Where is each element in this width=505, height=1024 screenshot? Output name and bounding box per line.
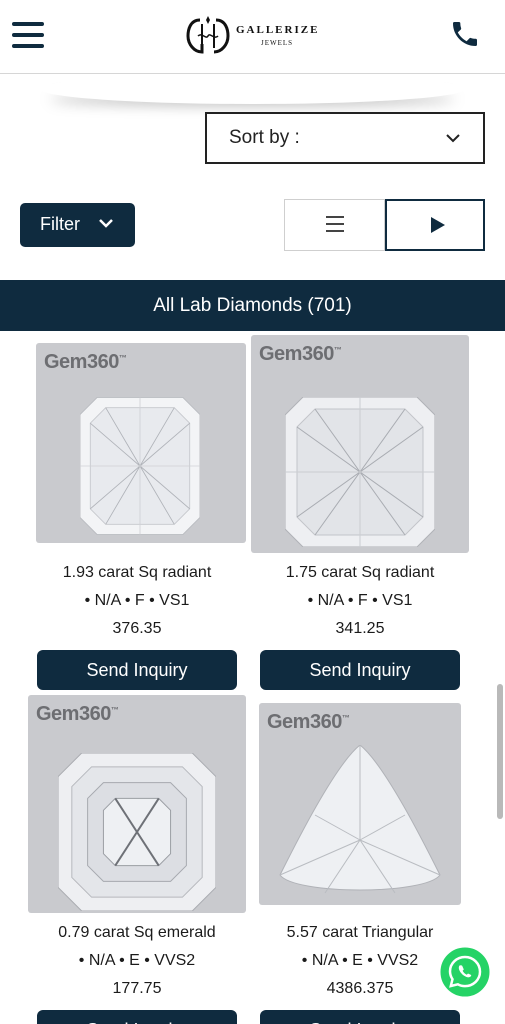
brand-watermark: Gem360™ <box>36 703 119 725</box>
logo-mark-icon <box>186 16 230 54</box>
results-banner: All Lab Diamonds (701) <box>0 280 505 331</box>
brand-watermark: Gem360™ <box>259 343 342 365</box>
product-specs: • N/A • E • VVS2 <box>78 952 196 969</box>
filter-button[interactable]: Filter <box>20 203 135 247</box>
product-price: 376.35 <box>112 620 162 637</box>
video-view-button[interactable] <box>385 199 485 251</box>
sort-label: Sort by : <box>229 127 300 148</box>
product-price: 177.75 <box>112 980 162 997</box>
product-image[interactable]: Gem360™ <box>251 335 469 553</box>
product-specs: • N/A • F • VS1 <box>307 592 413 609</box>
product-image[interactable]: Gem360™ <box>28 695 246 913</box>
product-title[interactable]: 0.79 carat Sq emerald <box>28 924 246 942</box>
logo-subtitle: JEWELS <box>261 39 294 47</box>
site-header: GALLERIZE JEWELS <box>0 0 505 74</box>
header-shadow <box>40 74 465 104</box>
sort-dropdown[interactable]: Sort by : <box>205 112 485 164</box>
send-inquiry-button[interactable]: Send Inquiry <box>260 650 460 690</box>
send-inquiry-button[interactable]: Send Inquiry <box>260 1010 460 1024</box>
diamond-radiant-icon <box>80 397 200 535</box>
product-price: 341.25 <box>335 620 385 637</box>
phone-icon[interactable] <box>449 18 481 50</box>
product-title[interactable]: 5.57 carat Triangular <box>251 924 469 942</box>
product-title[interactable]: 1.93 carat Sq radiant <box>28 564 246 582</box>
scrollbar-thumb[interactable] <box>497 684 503 819</box>
site-logo[interactable]: GALLERIZE JEWELS <box>186 14 321 58</box>
brand-watermark: Gem360™ <box>44 351 127 373</box>
diamond-radiant-icon <box>285 397 435 547</box>
product-image[interactable]: Gem360™ <box>36 343 246 543</box>
hamburger-menu-icon[interactable] <box>12 22 44 52</box>
whatsapp-icon[interactable] <box>437 944 493 1000</box>
list-icon <box>326 216 344 218</box>
list-view-button[interactable] <box>284 199 385 251</box>
diamond-emerald-icon <box>58 753 216 911</box>
play-icon <box>431 217 445 233</box>
logo-name: GALLERIZE <box>236 24 320 36</box>
chevron-down-icon <box>99 219 113 228</box>
diamond-triangle-icon <box>279 745 441 894</box>
send-inquiry-button[interactable]: Send Inquiry <box>37 650 237 690</box>
product-title[interactable]: 1.75 carat Sq radiant <box>251 564 469 582</box>
product-image[interactable]: Gem360™ <box>259 703 461 905</box>
brand-watermark: Gem360™ <box>267 711 350 733</box>
send-inquiry-button[interactable]: Send Inquiry <box>37 1010 237 1024</box>
chevron-down-icon <box>446 134 460 143</box>
filter-label: Filter <box>40 214 80 234</box>
product-specs: • N/A • F • VS1 <box>84 592 190 609</box>
